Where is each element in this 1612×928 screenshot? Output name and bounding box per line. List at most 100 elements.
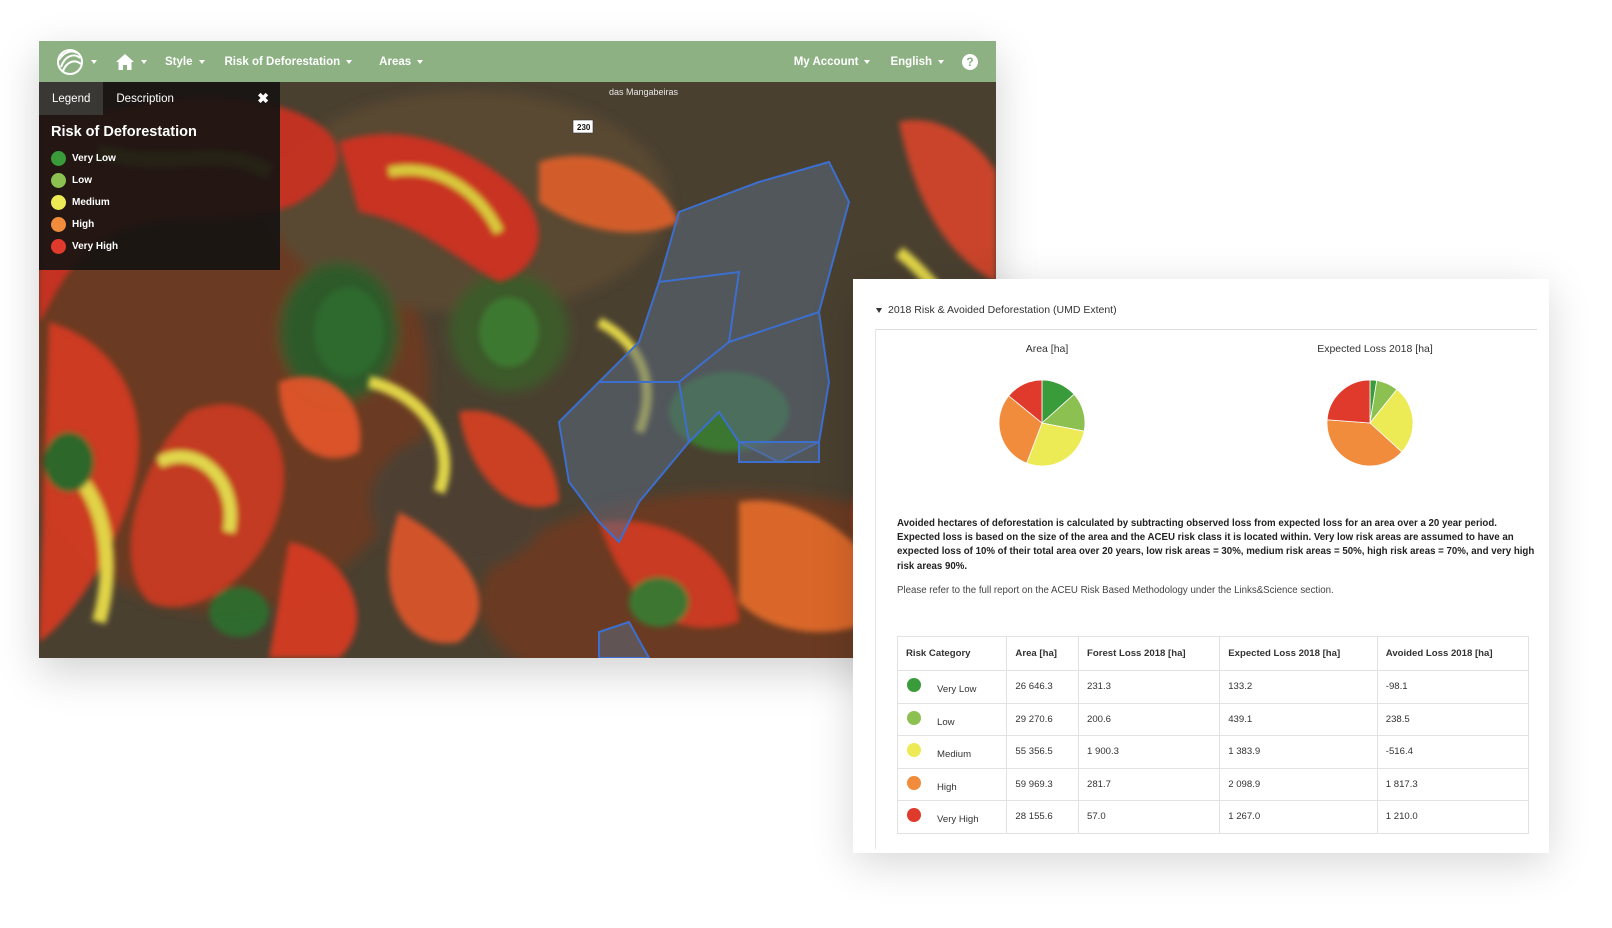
legend-item: Very Low — [39, 147, 280, 169]
cell-expected-loss: 133.2 — [1219, 670, 1378, 704]
logo-menu[interactable] — [55, 41, 97, 82]
screenshot-stage: Style Risk of Deforestation Areas My Acc… — [0, 0, 1612, 928]
cell-expected-loss: 1 267.0 — [1219, 800, 1378, 834]
col-header: Risk Category — [896, 636, 1008, 671]
legend-swatch — [51, 194, 66, 210]
cell-expected-loss: 439.1 — [1219, 702, 1378, 736]
legend-item-label: High — [72, 218, 95, 230]
style-menu-label: Style — [165, 55, 193, 68]
methodology-notes: Avoided hectares of deforestation is cal… — [897, 517, 1537, 598]
cell-forest-loss: 57.0 — [1077, 800, 1221, 834]
cell-area: 29 270.6 — [1006, 702, 1079, 736]
legend-tabs: Legend Description ✖ — [39, 82, 280, 115]
risk-swatch — [907, 678, 921, 693]
cell-category: Very High — [896, 800, 1008, 834]
note-expected-loss: Expected loss is based on the size of th… — [897, 532, 1535, 572]
chevron-down-icon — [864, 59, 871, 64]
help-button[interactable]: ? — [962, 41, 978, 82]
table-row: High 59 969.3 281.7 2 098.9 1 817.3 — [896, 767, 1530, 801]
legend-swatch — [51, 172, 66, 188]
language-menu-label: English — [890, 55, 932, 68]
risk-menu-label: Risk of Deforestation — [224, 55, 341, 68]
cell-area: 26 646.3 — [1006, 670, 1079, 704]
cell-category: Very Low — [896, 670, 1008, 704]
table-header-row: Risk Category Area [ha] Forest Loss 2018… — [896, 636, 1530, 671]
table-row: Very High 28 155.6 57.0 1 267.0 1 210.0 — [896, 800, 1530, 834]
cell-avoided-loss: -516.4 — [1376, 735, 1530, 769]
tab-legend[interactable]: Legend — [39, 82, 104, 115]
legend-item: Very High — [39, 235, 280, 257]
col-header: Forest Loss 2018 [ha] — [1077, 636, 1221, 671]
close-icon[interactable]: ✖ — [257, 90, 269, 107]
table-row: Low 29 270.6 200.6 439.1 238.5 — [896, 702, 1530, 736]
road-shield-label: 230 — [577, 123, 591, 132]
account-menu-label: My Account — [793, 55, 859, 68]
col-header: Expected Loss 2018 [ha] — [1219, 636, 1378, 671]
style-menu[interactable]: Style — [165, 41, 205, 82]
table-row: Very Low 26 646.3 231.3 133.2 -98.1 — [896, 670, 1530, 704]
areas-menu-label: Areas — [379, 55, 412, 68]
pie-slice-very-high — [1326, 379, 1371, 424]
risk-swatch — [907, 710, 921, 725]
home-icon — [116, 53, 134, 70]
legend-item-label: Very Low — [72, 152, 116, 164]
legend-swatch — [51, 238, 66, 254]
tab-description[interactable]: Description — [103, 82, 187, 115]
section-toggle[interactable]: 2018 Risk & Avoided Deforestation (UMD E… — [876, 304, 1117, 316]
cell-category: High — [896, 767, 1008, 801]
legend-title: Risk of Deforestation — [51, 124, 197, 140]
legend-swatch — [51, 150, 66, 166]
category-label: Very High — [937, 814, 979, 826]
language-menu[interactable]: English — [890, 41, 944, 82]
cell-avoided-loss: 1 817.3 — [1376, 767, 1530, 801]
account-menu[interactable]: My Account — [794, 41, 871, 82]
legend-item: Medium — [39, 191, 280, 213]
legend-item: High — [39, 213, 280, 235]
legend-item-label: Low — [72, 174, 92, 186]
chevron-down-icon — [417, 59, 424, 64]
cell-forest-loss: 1 900.3 — [1077, 735, 1221, 769]
home-menu[interactable] — [115, 41, 147, 82]
cell-area: 59 969.3 — [1006, 767, 1079, 801]
cell-expected-loss: 1 383.9 — [1219, 735, 1378, 769]
note-avoided: Avoided hectares of deforestation is cal… — [897, 518, 1497, 529]
pie-loss-title: Expected Loss 2018 [ha] — [1317, 343, 1433, 355]
section-divider — [876, 329, 1537, 330]
risk-swatch — [907, 775, 921, 790]
globe-logo-icon — [57, 48, 83, 75]
cell-forest-loss: 200.6 — [1077, 702, 1221, 736]
section-title: 2018 Risk & Avoided Deforestation (UMD E… — [888, 304, 1117, 316]
areas-menu[interactable]: Areas — [379, 41, 424, 82]
cell-forest-loss: 281.7 — [1077, 767, 1221, 801]
help-icon: ? — [962, 53, 978, 70]
cell-avoided-loss: 238.5 — [1376, 702, 1530, 736]
col-header: Area [ha] — [1006, 636, 1079, 671]
legend-panel: Legend Description ✖ Risk of Deforestati… — [39, 82, 280, 270]
cell-area: 28 155.6 — [1006, 800, 1079, 834]
chevron-down-icon — [346, 59, 353, 64]
table-row: Medium 55 356.5 1 900.3 1 383.9 -516.4 — [896, 735, 1530, 769]
pie-chart-area — [998, 379, 1086, 467]
category-label: Medium — [937, 749, 972, 761]
legend-swatch — [51, 216, 66, 232]
chevron-down-icon — [198, 59, 205, 64]
legend-item-label: Medium — [72, 196, 110, 208]
pie-area-title: Area [ha] — [1025, 343, 1069, 355]
report-panel: 2018 Risk & Avoided Deforestation (UMD E… — [853, 279, 1549, 853]
top-navbar: Style Risk of Deforestation Areas My Acc… — [39, 41, 996, 82]
chevron-down-icon — [91, 59, 97, 64]
category-label: High — [937, 781, 957, 793]
legend-item-label: Very High — [72, 240, 119, 252]
category-label: Very Low — [937, 684, 977, 696]
cell-expected-loss: 2 098.9 — [1219, 767, 1378, 801]
cell-category: Medium — [896, 735, 1008, 769]
cell-forest-loss: 231.3 — [1077, 670, 1221, 704]
panel-border — [875, 329, 876, 849]
place-label-mangabeiras: das Mangabeiras — [609, 87, 679, 97]
risk-menu[interactable]: Risk of Deforestation — [225, 41, 353, 82]
risk-table: Risk Category Area [ha] Forest Loss 2018… — [896, 636, 1530, 834]
risk-swatch — [907, 808, 921, 823]
chevron-down-icon — [938, 59, 944, 64]
note-reference: Please refer to the full report on the A… — [897, 584, 1334, 596]
cell-avoided-loss: -98.1 — [1376, 670, 1530, 704]
